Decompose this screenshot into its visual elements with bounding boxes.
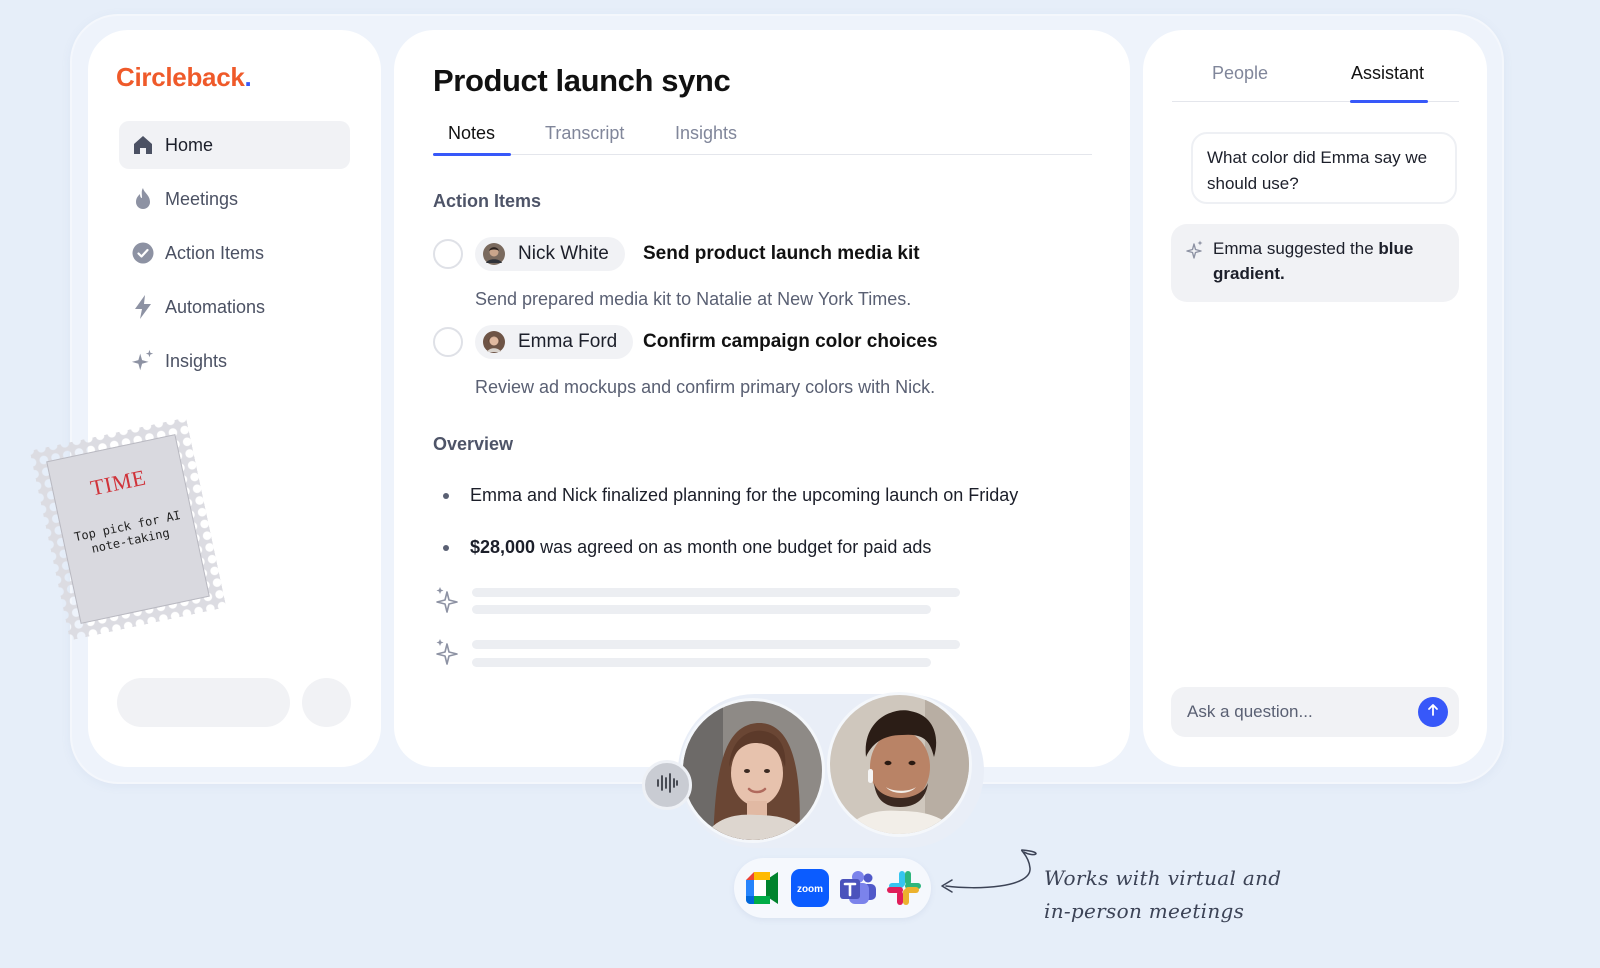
note-line: in-person meetings xyxy=(1044,899,1245,923)
assistant-panel: People Assistant What color did Emma say… xyxy=(1143,30,1487,767)
sparkle-icon xyxy=(435,638,461,673)
assignee-name: Nick White xyxy=(518,243,609,264)
tab-people[interactable]: People xyxy=(1212,63,1268,84)
sidebar-item-automations[interactable]: Automations xyxy=(119,283,350,331)
overview-text: was agreed on as month one budget for pa… xyxy=(535,537,932,557)
sidebar-nav: Home Meetings Action Items Automations I… xyxy=(119,121,350,391)
tab-transcript[interactable]: Transcript xyxy=(545,123,624,144)
active-tab-indicator xyxy=(433,153,511,156)
assignee-chip[interactable]: Emma Ford xyxy=(475,325,634,359)
sidebar-item-label: Meetings xyxy=(165,188,239,209)
sidebar-item-home[interactable]: Home xyxy=(119,121,350,169)
flame-icon xyxy=(131,187,155,211)
meeting-notes-panel: Product launch sync Notes Transcript Ins… xyxy=(394,30,1130,767)
note-line: Works with virtual and xyxy=(1044,866,1282,890)
action-item-checkbox[interactable] xyxy=(433,327,463,357)
sidebar: Circleback. Home Meetings Action Items A… xyxy=(88,30,381,767)
action-item-description: Send prepared media kit to Natalie at Ne… xyxy=(475,289,912,309)
tab-notes[interactable]: Notes xyxy=(448,123,495,144)
active-tab-indicator xyxy=(1350,100,1428,103)
answer-text: Emma suggested the xyxy=(1213,239,1379,258)
sparkle-icon xyxy=(131,349,155,373)
ask-question-input[interactable] xyxy=(1171,687,1459,737)
sparkle-icon xyxy=(435,586,461,621)
meeting-tabs: Notes Transcript Insights xyxy=(433,120,1092,156)
sparkle-icon xyxy=(1186,240,1204,267)
action-item-title: Send product launch media kit xyxy=(643,243,920,264)
sidebar-item-label: Home xyxy=(165,134,214,155)
teams-icon[interactable] xyxy=(838,868,878,908)
avatar xyxy=(483,331,505,353)
sidebar-placeholder-avatar[interactable] xyxy=(302,678,351,727)
audio-waveform-button[interactable] xyxy=(642,760,692,810)
participant-video-emma[interactable] xyxy=(680,698,825,843)
sidebar-placeholder-pill[interactable] xyxy=(117,678,290,727)
zoom-icon[interactable]: zoom xyxy=(790,868,830,908)
home-icon xyxy=(131,133,155,157)
list-item: Emma and Nick finalized planning for the… xyxy=(433,483,1083,535)
arrow-up-icon xyxy=(1426,703,1440,722)
skeleton-line xyxy=(472,658,931,667)
tab-assistant[interactable]: Assistant xyxy=(1351,63,1424,84)
curved-arrow-icon xyxy=(941,849,1037,893)
integrations-tray: zoom xyxy=(734,858,931,918)
assistant-answer-bubble: Emma suggested the blue gradient. xyxy=(1171,224,1459,302)
send-button[interactable] xyxy=(1418,697,1448,727)
participant-video-nick[interactable] xyxy=(827,692,972,837)
sidebar-item-label: Insights xyxy=(165,350,228,371)
tab-insights[interactable]: Insights xyxy=(675,123,737,144)
action-item-checkbox[interactable] xyxy=(433,239,463,269)
sidebar-item-insights[interactable]: Insights xyxy=(119,337,350,385)
overview-heading: Overview xyxy=(433,434,514,454)
avatar xyxy=(483,243,505,265)
action-item-description: Review ad mockups and confirm primary co… xyxy=(475,377,936,397)
integrations-note: Works with virtual and in-person meeting… xyxy=(1044,862,1281,928)
list-item: $28,000 was agreed on as month one budge… xyxy=(433,535,1083,587)
brand-logo: Circleback. xyxy=(116,62,252,93)
lightning-icon xyxy=(131,295,155,319)
assignee-chip[interactable]: Nick White xyxy=(475,237,625,271)
assignee-name: Emma Ford xyxy=(518,331,618,352)
assistant-tabs: People Assistant xyxy=(1172,60,1459,103)
action-items-heading: Action Items xyxy=(433,191,542,211)
overview-highlight: $28,000 xyxy=(470,537,536,557)
action-item-title: Confirm campaign color choices xyxy=(643,331,938,352)
sidebar-item-meetings[interactable]: Meetings xyxy=(119,175,350,223)
brand-dot: . xyxy=(244,62,252,92)
user-question-bubble: What color did Emma say we should use? xyxy=(1191,132,1457,204)
sidebar-item-label: Automations xyxy=(165,296,266,317)
overview-text: Emma and Nick finalized planning for the… xyxy=(470,485,1019,505)
waveform-icon xyxy=(655,771,679,800)
svg-text:zoom: zoom xyxy=(797,884,823,895)
stamp-text: Top pick for AI note-taking xyxy=(68,507,190,561)
stamp-title: TIME xyxy=(88,464,148,501)
overview-list: Emma and Nick finalized planning for the… xyxy=(433,483,1083,587)
skeleton-line xyxy=(472,605,931,614)
google-meet-icon[interactable] xyxy=(742,868,782,908)
sidebar-item-action-items[interactable]: Action Items xyxy=(119,229,350,277)
video-call-participants xyxy=(642,680,984,848)
slack-icon[interactable] xyxy=(884,868,924,908)
brand-name: Circleback xyxy=(116,62,245,92)
skeleton-line xyxy=(472,588,960,597)
skeleton-line xyxy=(472,640,960,649)
check-circle-icon xyxy=(131,241,155,265)
sidebar-item-label: Action Items xyxy=(165,242,265,263)
page-title: Product launch sync xyxy=(433,63,731,98)
